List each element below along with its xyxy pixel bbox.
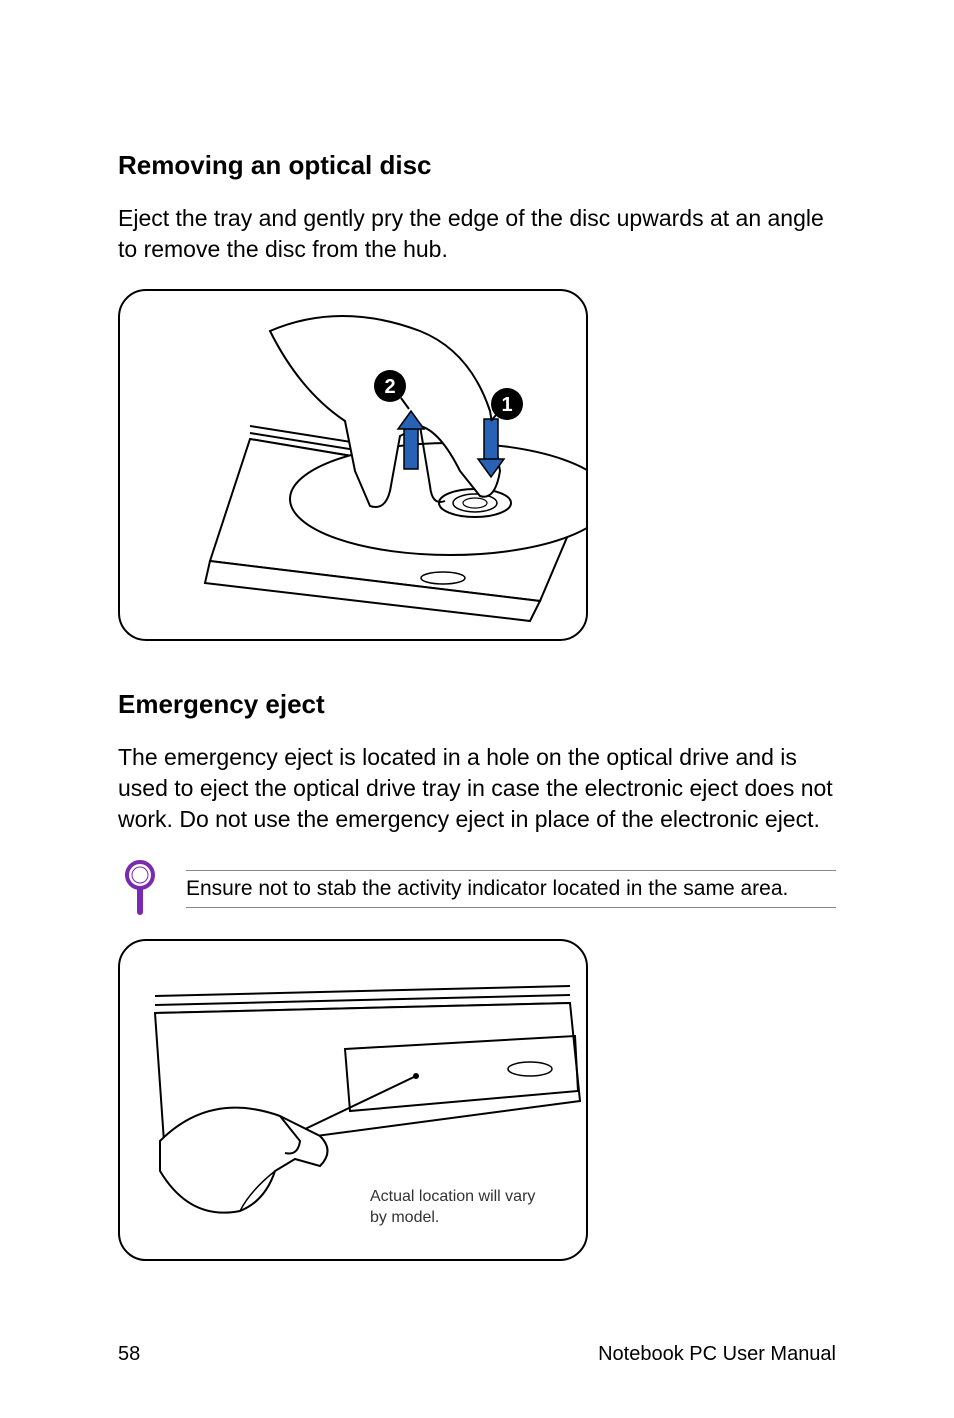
page-footer: 58 Notebook PC User Manual [118, 1343, 836, 1366]
section-heading-emergency: Emergency eject [118, 689, 836, 720]
figure-remove-disc: 1 2 [118, 289, 588, 641]
footer-title: Notebook PC User Manual [598, 1343, 836, 1366]
page-number: 58 [118, 1343, 140, 1366]
figure-emergency-eject: Actual location will vary by model. [118, 939, 588, 1261]
callout-number-1: 1 [501, 394, 512, 416]
illustration-remove-disc: 1 2 [120, 291, 588, 641]
section-body-emergency: The emergency eject is located in a hole… [118, 742, 836, 835]
note-text: Ensure not to stab the activity indicato… [186, 870, 836, 908]
magnifier-icon [118, 859, 162, 919]
section-heading-removing: Removing an optical disc [118, 150, 836, 181]
callout-number-2: 2 [384, 376, 395, 398]
figure-caption: Actual location will vary by model. [370, 1187, 550, 1229]
section-body-removing: Eject the tray and gently pry the edge o… [118, 203, 836, 265]
note-block: Ensure not to stab the activity indicato… [118, 859, 836, 919]
